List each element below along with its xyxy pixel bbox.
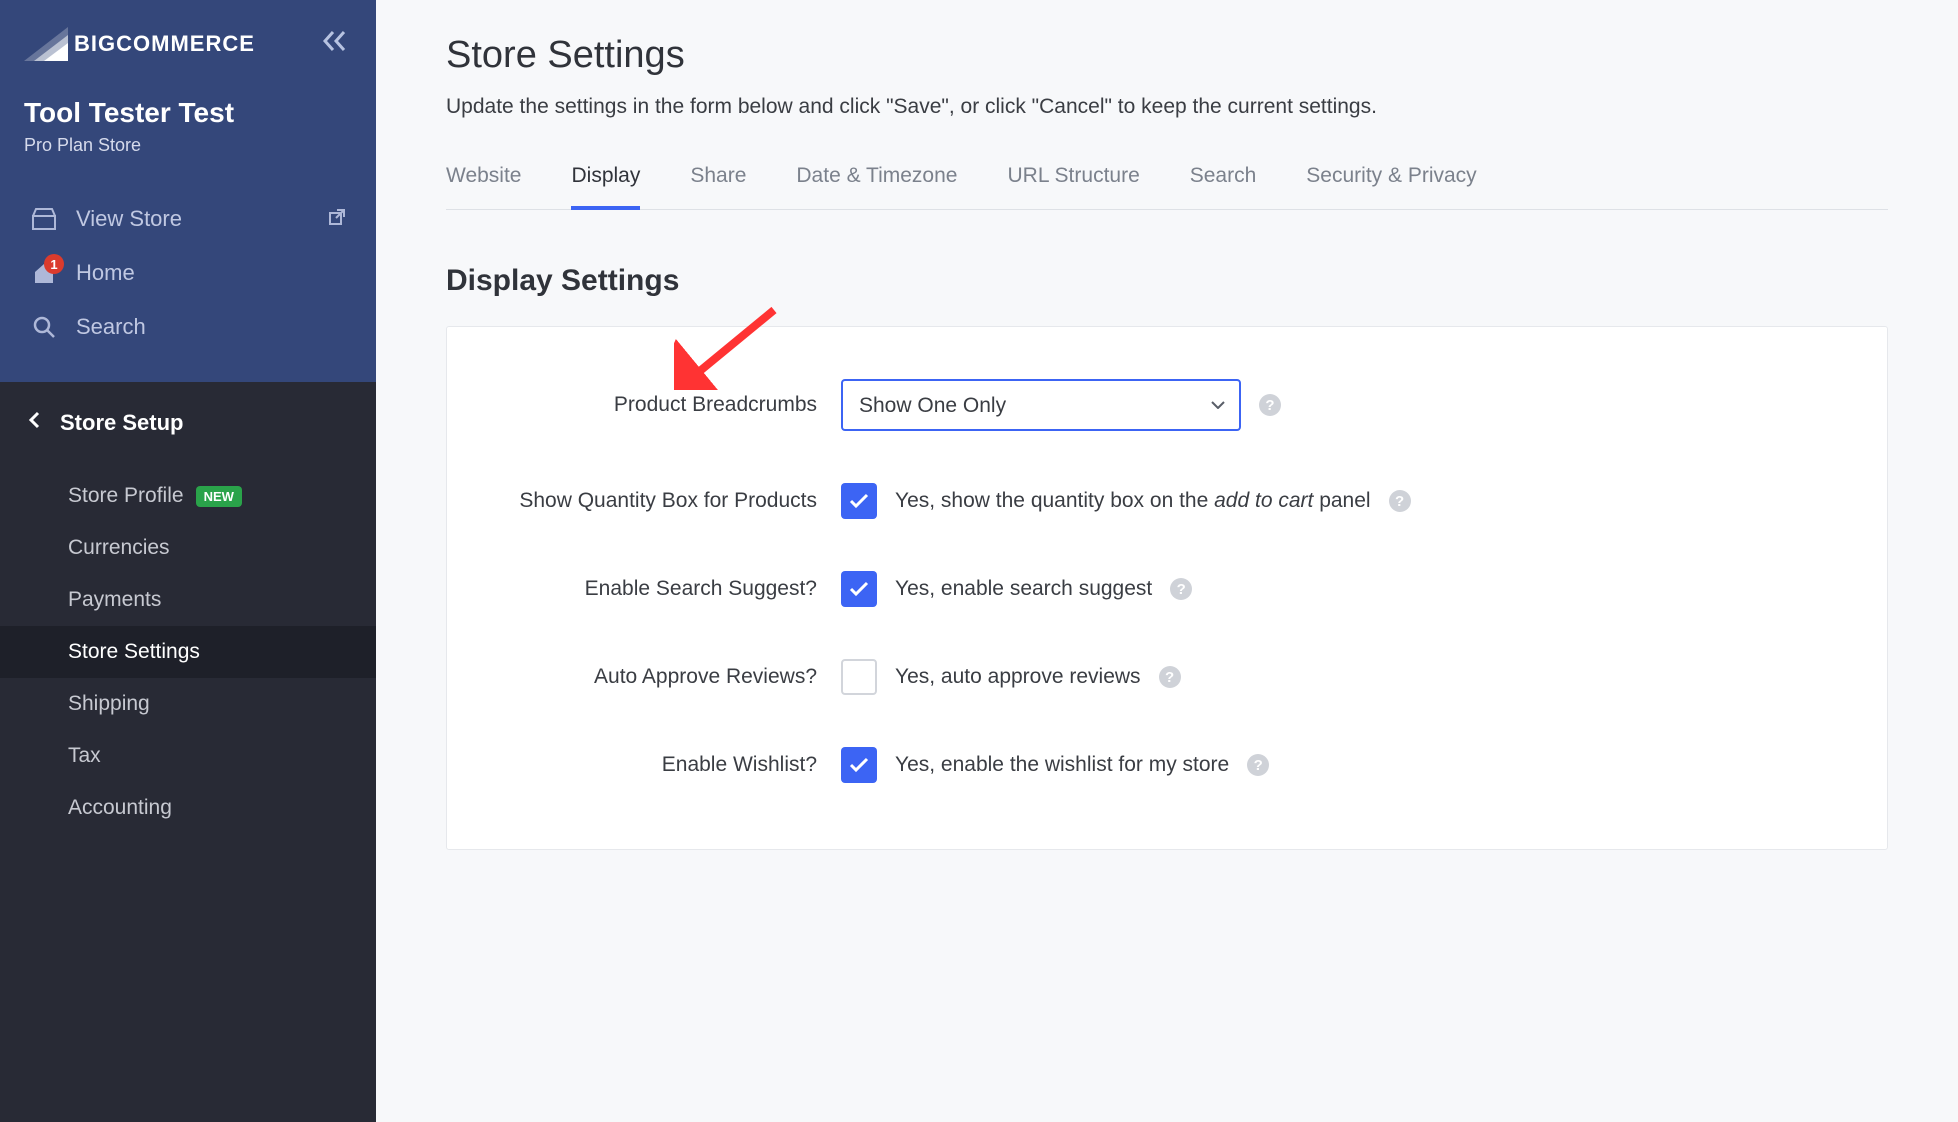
field-label: Auto Approve Reviews?: [487, 665, 817, 689]
field-quantity-box: Show Quantity Box for Products Yes, show…: [487, 457, 1847, 545]
sub-item-label: Tax: [68, 744, 101, 768]
field-label: Show Quantity Box for Products: [487, 489, 817, 513]
section-title: Display Settings: [446, 264, 1888, 298]
help-icon[interactable]: ?: [1247, 754, 1269, 776]
brand-text: BIGCOMMERCE: [74, 31, 255, 57]
checkbox-description: Yes, enable the wishlist for my store: [895, 753, 1229, 777]
checkbox-description: Yes, enable search suggest: [895, 577, 1152, 601]
sub-item-tax[interactable]: Tax: [0, 730, 376, 782]
external-link-icon: [328, 208, 346, 231]
section-header-label: Store Setup: [60, 410, 183, 436]
search-icon: [30, 315, 58, 339]
settings-panel: Product Breadcrumbs Show One Only ? Show…: [446, 326, 1888, 850]
store-icon: [30, 208, 58, 230]
page-title: Store Settings: [446, 34, 1888, 77]
sub-item-store-profile[interactable]: Store Profile NEW: [0, 470, 376, 522]
sub-item-accounting[interactable]: Accounting: [0, 782, 376, 834]
nav-search[interactable]: Search: [24, 300, 352, 354]
nav-view-store-label: View Store: [76, 206, 182, 232]
field-label: Enable Search Suggest?: [487, 577, 817, 601]
section-header-store-setup[interactable]: Store Setup: [0, 382, 376, 460]
wishlist-checkbox[interactable]: [841, 747, 877, 783]
tab-share[interactable]: Share: [690, 154, 746, 210]
sidebar-collapse-button[interactable]: [318, 24, 352, 63]
field-auto-approve: Auto Approve Reviews? Yes, auto approve …: [487, 633, 1847, 721]
store-name: Tool Tester Test: [24, 97, 352, 129]
help-icon[interactable]: ?: [1259, 394, 1281, 416]
sub-item-label: Accounting: [68, 796, 172, 820]
chevron-left-icon: [28, 411, 40, 435]
store-info: Tool Tester Test Pro Plan Store: [24, 97, 352, 156]
field-label: Enable Wishlist?: [487, 753, 817, 777]
nav-view-store[interactable]: View Store: [24, 192, 352, 246]
sub-item-currencies[interactable]: Currencies: [0, 522, 376, 574]
sidebar-header: BIGCOMMERCE Tool Tester Test Pro Plan St…: [0, 0, 376, 382]
logo-row: BIGCOMMERCE: [24, 24, 352, 63]
tabs: Website Display Share Date & Timezone UR…: [446, 153, 1888, 210]
help-icon[interactable]: ?: [1389, 490, 1411, 512]
product-breadcrumbs-select[interactable]: Show One Only: [841, 379, 1241, 431]
search-suggest-checkbox[interactable]: [841, 571, 877, 607]
field-label: Product Breadcrumbs: [487, 393, 817, 417]
nav-search-label: Search: [76, 314, 146, 340]
field-search-suggest: Enable Search Suggest? Yes, enable searc…: [487, 545, 1847, 633]
auto-approve-checkbox[interactable]: [841, 659, 877, 695]
main-content: Store Settings Update the settings in th…: [376, 0, 1958, 1122]
page-subtitle: Update the settings in the form below an…: [446, 95, 1888, 119]
sidebar: BIGCOMMERCE Tool Tester Test Pro Plan St…: [0, 0, 376, 1122]
tab-url-structure[interactable]: URL Structure: [1007, 154, 1139, 210]
tab-website[interactable]: Website: [446, 154, 521, 210]
brand-logo[interactable]: BIGCOMMERCE: [24, 27, 255, 61]
field-wishlist: Enable Wishlist? Yes, enable the wishlis…: [487, 721, 1847, 809]
sub-item-label: Payments: [68, 588, 161, 612]
sub-item-label: Shipping: [68, 692, 150, 716]
tab-date-timezone[interactable]: Date & Timezone: [796, 154, 957, 210]
notification-badge: 1: [44, 254, 64, 274]
help-icon[interactable]: ?: [1170, 578, 1192, 600]
checkbox-description: Yes, show the quantity box on the add to…: [895, 489, 1371, 513]
sub-item-payments[interactable]: Payments: [0, 574, 376, 626]
checkbox-description: Yes, auto approve reviews: [895, 665, 1141, 689]
nav-home-label: Home: [76, 260, 135, 286]
sub-list: Store Profile NEW Currencies Payments St…: [0, 460, 376, 864]
sub-item-shipping[interactable]: Shipping: [0, 678, 376, 730]
field-product-breadcrumbs: Product Breadcrumbs Show One Only ?: [487, 353, 1847, 457]
plan-name: Pro Plan Store: [24, 135, 352, 156]
nav-home[interactable]: 1 Home: [24, 246, 352, 300]
new-badge: NEW: [196, 486, 242, 507]
sub-item-label: Store Profile: [68, 484, 184, 508]
tab-search[interactable]: Search: [1190, 154, 1257, 210]
sub-item-label: Currencies: [68, 536, 170, 560]
sidebar-topnav: View Store 1 Home: [24, 166, 352, 354]
tab-display[interactable]: Display: [571, 154, 640, 210]
sub-item-label: Store Settings: [68, 640, 200, 664]
brand-logo-icon: [24, 27, 68, 61]
sub-item-store-settings[interactable]: Store Settings: [0, 626, 376, 678]
help-icon[interactable]: ?: [1159, 666, 1181, 688]
tab-security-privacy[interactable]: Security & Privacy: [1306, 154, 1476, 210]
home-icon: 1: [30, 262, 58, 284]
sidebar-section: Store Setup Store Profile NEW Currencies…: [0, 382, 376, 1122]
app-root: BIGCOMMERCE Tool Tester Test Pro Plan St…: [0, 0, 1958, 1122]
quantity-box-checkbox[interactable]: [841, 483, 877, 519]
